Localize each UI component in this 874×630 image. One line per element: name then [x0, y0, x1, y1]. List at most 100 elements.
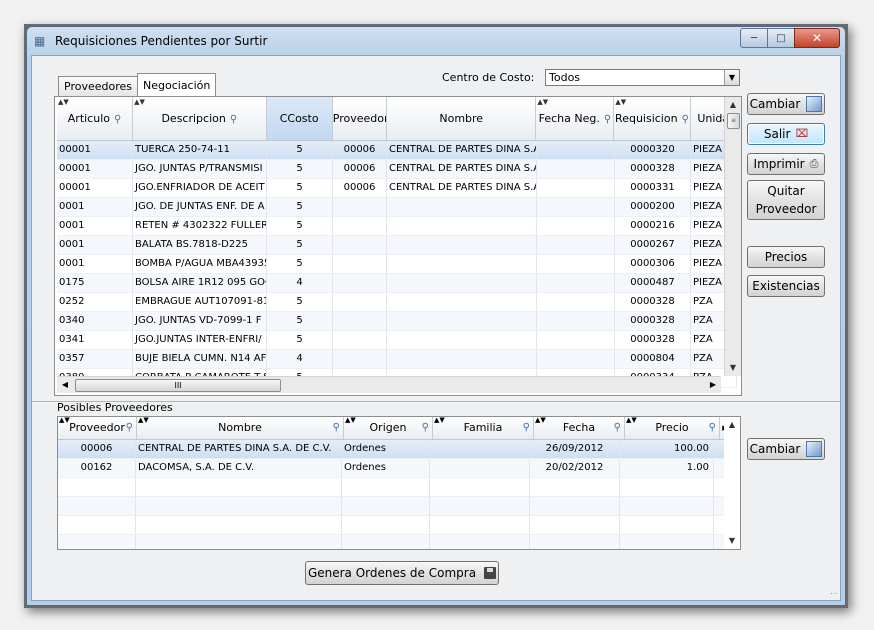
search-icon[interactable]: ⚲ — [614, 417, 621, 439]
table-row[interactable]: 0341 JGO.JUNTAS INTER-ENFRI/5 0000328 PZA — [57, 331, 737, 350]
existencias-button[interactable]: Existencias — [747, 275, 825, 297]
save-icon — [484, 567, 497, 579]
horizontal-scroll-thumb[interactable]: III — [75, 379, 281, 392]
sort-icon: ▲▼ — [345, 417, 356, 424]
table-cell: 00001 — [57, 141, 133, 159]
column-header-0[interactable]: ▲▼ Articulo ⚲ — [57, 97, 134, 140]
supplier-column-header-4[interactable]: ▲▼ Fecha ⚲ — [534, 417, 625, 439]
maximize-button[interactable]: □ — [767, 28, 795, 48]
table-cell: 5 — [267, 141, 333, 159]
grid-vertical-scrollbar[interactable]: ▲ ≡ ▼ — [724, 97, 741, 376]
title-bar[interactable]: ▦ Requisiciones Pendientes por Surtir ─ … — [27, 27, 845, 55]
column-header-6[interactable]: ▲▼ Requisicion ⚲ — [614, 97, 691, 140]
cambiar-supplier-button[interactable]: Cambiar — [747, 438, 825, 460]
close-icon: ✕ — [811, 31, 823, 45]
scroll-left-icon[interactable]: ◀ — [57, 377, 73, 393]
table-row[interactable]: 0001 BOMBA P/AGUA MBA43935 5 0000306 PIEZA — [57, 255, 737, 274]
table-row[interactable]: 0357 BUJE BIELA CUMN. N14 AF 4 0000804 PZA — [57, 350, 737, 369]
supplier-column-header-1[interactable]: ▲▼ Nombre ⚲ — [137, 417, 344, 439]
scroll-down-icon[interactable]: ▼ — [725, 360, 741, 376]
table-cell — [620, 478, 714, 496]
search-icon[interactable]: ⚲ — [523, 417, 530, 439]
table-cell: 20/02/2012 — [530, 459, 620, 477]
grid-horizontal-scrollbar[interactable]: ◀ III ▶ — [57, 376, 721, 393]
resize-grip-icon[interactable]: ⋯ — [830, 589, 838, 598]
table-cell: 0000331 — [615, 179, 691, 197]
table-row[interactable]: 00001 JGO. JUNTAS P/TRANSMISI 5 00006 CENTRA… — [57, 160, 737, 179]
column-header-4[interactable]: Nombre — [387, 97, 537, 140]
table-cell — [430, 535, 530, 549]
table-row[interactable]: 0001 RETEN # 4302322 FULLER 5 0000216 PIEZA — [57, 217, 737, 236]
imprimir-button[interactable]: Imprimir ⎙ — [747, 153, 825, 175]
table-row[interactable]: 00001 JGO.ENFRIADOR DE ACEIT 5 00006 CENTRAL… — [57, 179, 737, 198]
table-cell: 5 — [267, 236, 333, 254]
search-icon[interactable]: ⚲ — [682, 114, 689, 125]
image-icon — [806, 441, 823, 457]
precios-button[interactable]: Precios — [747, 246, 825, 268]
sort-icon: ▲▼ — [537, 98, 549, 106]
column-header-3[interactable]: Proveedor — [333, 97, 388, 140]
supplier-row[interactable]: 00162 DACOMSA, S.A. DE C.V. Ordenes 20/02/2… — [58, 459, 740, 478]
scroll-down-icon[interactable]: ▼ — [724, 533, 740, 549]
minimize-button[interactable]: ─ — [740, 28, 768, 48]
scroll-up-icon[interactable]: ▲ — [724, 417, 740, 433]
scroll-right-icon[interactable]: ▶ — [705, 377, 721, 393]
tab-proveedores[interactable]: Proveedores — [58, 76, 138, 97]
supplier-column-header-0[interactable]: ▲▼ Proveedor ⚲ — [58, 417, 137, 439]
column-header-label: Descripcion — [161, 112, 226, 125]
close-button[interactable]: ✕ — [794, 28, 840, 48]
table-cell: 0000328 — [615, 312, 691, 330]
table-cell — [387, 217, 537, 235]
supplier-column-header-3[interactable]: ▲▼ Familia ⚲ — [433, 417, 534, 439]
cost-center-select[interactable]: Todos ▼ — [545, 69, 740, 86]
quitar-proveedor-button[interactable]: Quitar Proveedor — [747, 180, 825, 220]
table-cell — [333, 255, 387, 273]
table-row[interactable]: 0001 BALATA BS.7818-D225 5 0000267 PIEZA — [57, 236, 737, 255]
table-cell — [537, 331, 615, 349]
table-cell — [537, 217, 615, 235]
table-cell — [537, 293, 615, 311]
suppliers-vertical-scrollbar[interactable]: ▲ ▼ — [724, 417, 740, 549]
table-row[interactable]: 0340 JGO. JUNTAS VD-7099-1 F 5 0000328 PZA — [57, 312, 737, 331]
search-icon[interactable]: ⚲ — [422, 417, 429, 439]
table-row[interactable]: 00001 TUERCA 250-74-11 5 00006 CENTRAL DE PA… — [57, 141, 737, 160]
table-cell: Ordenes — [342, 459, 430, 477]
table-cell: 0252 — [57, 293, 133, 311]
table-cell — [387, 350, 537, 368]
search-icon[interactable]: ⚲ — [709, 417, 716, 439]
column-header-label: Origen — [369, 421, 407, 434]
table-cell: 0000306 — [615, 255, 691, 273]
genera-ordenes-button[interactable]: Genera Ordenes de Compra — [305, 561, 499, 585]
vertical-scroll-thumb[interactable]: ≡ — [727, 113, 740, 129]
supplier-column-header-2[interactable]: ▲▼ Origen ⚲ — [344, 417, 433, 439]
search-icon[interactable]: ⚲ — [230, 114, 237, 125]
column-header-1[interactable]: ▲▼ Descripcion ⚲ — [133, 97, 267, 140]
table-cell: 5 — [267, 331, 333, 349]
table-cell — [342, 478, 430, 496]
cambiar-button[interactable]: Cambiar — [747, 93, 825, 115]
tab-negociacion[interactable]: Negociación — [137, 73, 217, 97]
table-cell: BUJE BIELA CUMN. N14 AF — [133, 350, 267, 368]
salir-button[interactable]: Salir ⌧ — [747, 123, 825, 145]
column-header-2[interactable]: CCosto — [266, 97, 333, 140]
supplier-column-header-5[interactable]: ▲▼ Precio ⚲ — [625, 417, 720, 439]
table-cell: 4 — [267, 350, 333, 368]
scroll-up-icon[interactable]: ▲ — [725, 97, 741, 113]
table-cell: 0000328 — [615, 331, 691, 349]
table-row[interactable]: 0252 EMBRAGUE AUT107091-81 5 0000328 PZA — [57, 293, 737, 312]
search-icon[interactable]: ⚲ — [114, 114, 121, 125]
table-cell — [387, 236, 537, 254]
supplier-row[interactable]: 00006 CENTRAL DE PARTES DINA S.A. DE C.V.… — [58, 440, 740, 459]
search-icon[interactable]: ⚲ — [333, 417, 340, 439]
table-row[interactable]: 0175 BOLSA AIRE 1R12 095 GOC 4 0000487 PIEZA — [57, 274, 737, 293]
table-cell — [537, 255, 615, 273]
sort-icon: ▲▼ — [615, 98, 627, 106]
dropdown-arrow-icon[interactable]: ▼ — [724, 70, 739, 85]
search-icon[interactable]: ⚲ — [604, 114, 611, 125]
table-row[interactable]: 0001 JGO. DE JUNTAS ENF. DE A 5 0000200 PIEZ… — [57, 198, 737, 217]
column-header-5[interactable]: ▲▼ Fecha Neg. ⚲ — [536, 97, 615, 140]
cost-center-value: Todos — [549, 71, 581, 84]
suppliers-grid-header: ▲▼ Proveedor ⚲ ▲▼ Nombre ⚲ ▲▼ Origen ⚲ ▲▼ Familia ⚲… — [58, 417, 740, 440]
search-icon[interactable]: ⚲ — [126, 417, 133, 439]
table-cell: 00006 — [333, 141, 387, 159]
